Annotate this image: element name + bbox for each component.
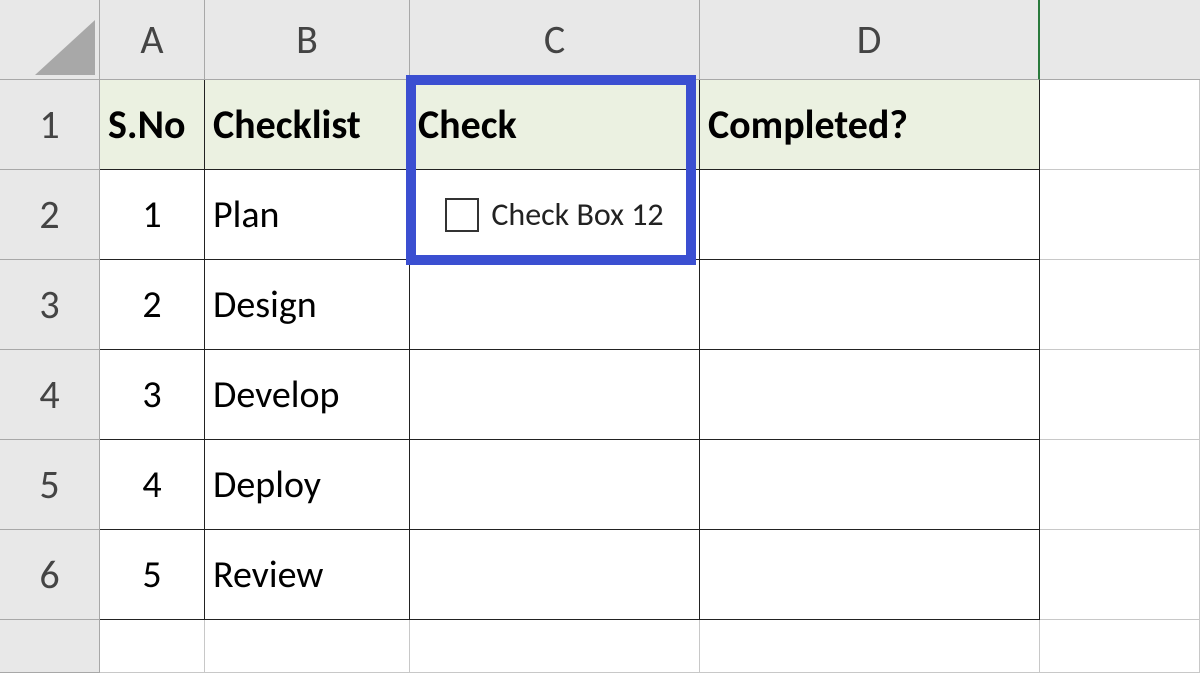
cell-D3[interactable] bbox=[700, 260, 1040, 350]
col-header-A[interactable]: A bbox=[100, 0, 205, 80]
col-header-B[interactable]: B bbox=[205, 0, 410, 80]
cell-A1[interactable]: S.No bbox=[100, 80, 205, 170]
row-header-6[interactable]: 6 bbox=[0, 530, 100, 620]
cell-C6[interactable] bbox=[410, 530, 700, 620]
select-all-corner[interactable] bbox=[0, 0, 100, 80]
cell-E2[interactable] bbox=[1040, 170, 1200, 260]
cell-D6[interactable] bbox=[700, 530, 1040, 620]
checkbox-control[interactable]: Check Box 12 bbox=[445, 195, 663, 234]
cell-D4[interactable] bbox=[700, 350, 1040, 440]
cell-B2[interactable]: Plan bbox=[205, 170, 410, 260]
cell-D7[interactable] bbox=[700, 620, 1040, 673]
row-header-5[interactable]: 5 bbox=[0, 440, 100, 530]
cell-B6[interactable]: Review bbox=[205, 530, 410, 620]
cell-A2[interactable]: 1 bbox=[100, 170, 205, 260]
cell-C3[interactable] bbox=[410, 260, 700, 350]
row-header-1[interactable]: 1 bbox=[0, 80, 100, 170]
cell-E1[interactable] bbox=[1040, 80, 1200, 170]
cell-C1[interactable]: Check bbox=[410, 80, 700, 170]
cell-B7[interactable] bbox=[205, 620, 410, 673]
checkbox-icon[interactable] bbox=[445, 198, 479, 232]
col-header-C[interactable]: C bbox=[410, 0, 700, 80]
cell-B3[interactable]: Design bbox=[205, 260, 410, 350]
cell-C2[interactable]: Check Box 12 bbox=[410, 170, 700, 260]
cell-C5[interactable] bbox=[410, 440, 700, 530]
cell-E5[interactable] bbox=[1040, 440, 1200, 530]
row-header-4[interactable]: 4 bbox=[0, 350, 100, 440]
col-header-blank[interactable] bbox=[1040, 0, 1200, 80]
cell-E4[interactable] bbox=[1040, 350, 1200, 440]
cell-B5[interactable]: Deploy bbox=[205, 440, 410, 530]
cell-A6[interactable]: 5 bbox=[100, 530, 205, 620]
row-header-7[interactable] bbox=[0, 620, 100, 673]
cell-B1[interactable]: Checklist bbox=[205, 80, 410, 170]
cell-D2[interactable] bbox=[700, 170, 1040, 260]
cell-D1[interactable]: Completed? bbox=[700, 80, 1040, 170]
row-header-2[interactable]: 2 bbox=[0, 170, 100, 260]
cell-C4[interactable] bbox=[410, 350, 700, 440]
cell-C7[interactable] bbox=[410, 620, 700, 673]
cell-A3[interactable]: 2 bbox=[100, 260, 205, 350]
cell-A4[interactable]: 3 bbox=[100, 350, 205, 440]
checkbox-label: Check Box 12 bbox=[491, 195, 663, 234]
cell-E7[interactable] bbox=[1040, 620, 1200, 673]
cell-A5[interactable]: 4 bbox=[100, 440, 205, 530]
cell-A7[interactable] bbox=[100, 620, 205, 673]
spreadsheet-grid: A B C D 1 S.No Checklist Check Completed… bbox=[0, 0, 1200, 673]
col-header-D[interactable]: D bbox=[700, 0, 1040, 80]
cell-E3[interactable] bbox=[1040, 260, 1200, 350]
cell-B4[interactable]: Develop bbox=[205, 350, 410, 440]
cell-D5[interactable] bbox=[700, 440, 1040, 530]
row-header-3[interactable]: 3 bbox=[0, 260, 100, 350]
select-all-triangle-icon bbox=[35, 20, 95, 75]
cell-E6[interactable] bbox=[1040, 530, 1200, 620]
